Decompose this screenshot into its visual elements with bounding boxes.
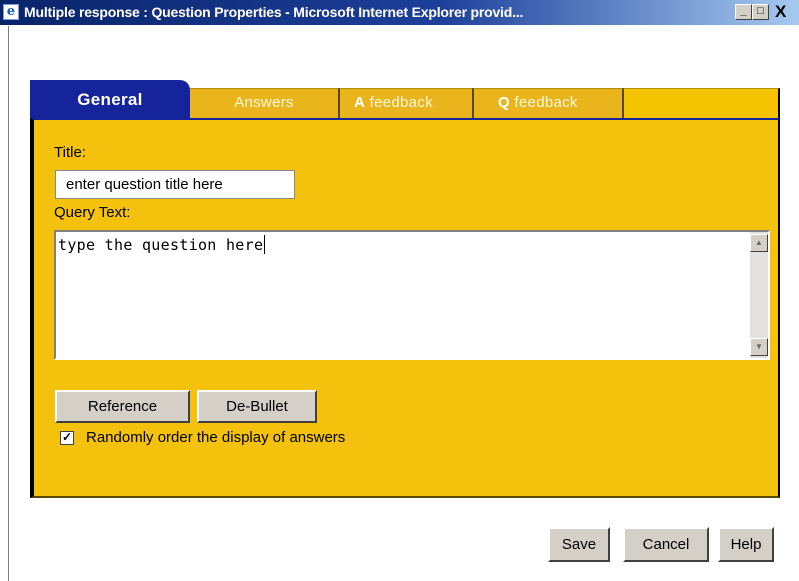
scroll-up-arrow-icon[interactable]: ▲ [750,234,768,252]
query-text-area[interactable]: type the question here ▲ ▼ [54,230,770,360]
tab-q-feedback-prefix: Q [498,94,510,111]
close-button[interactable]: X [772,3,799,20]
random-order-checkbox[interactable]: ✓ [60,431,74,445]
query-text-value: type the question here [58,235,266,254]
text-caret [264,235,266,254]
scroll-down-arrow-icon[interactable]: ▼ [750,338,768,356]
minimize-button[interactable]: _ [735,4,752,20]
tab-a-feedback-label: feedback [365,94,433,111]
query-text-content: type the question here [58,236,264,254]
ie-page-icon: e [3,4,19,20]
cancel-button[interactable]: Cancel [623,527,709,562]
save-button[interactable]: Save [548,527,610,562]
tab-strip-filler [624,88,780,118]
title-label: Title: [54,144,86,161]
query-scrollbar[interactable]: ▲ ▼ [750,232,768,358]
tab-a-feedback[interactable]: A feedback [338,88,472,118]
help-button[interactable]: Help [718,527,774,562]
tab-strip: General Answers A feedback Q feedback [30,80,780,120]
tab-q-feedback[interactable]: Q feedback [472,88,624,118]
window-title-bar[interactable]: e Multiple response : Question Propertie… [0,0,799,25]
window-title: Multiple response : Question Properties … [24,4,524,20]
general-panel: Title: enter question title here Query T… [30,118,780,498]
tab-q-feedback-label: feedback [509,94,578,111]
random-order-label[interactable]: Randomly order the display of answers [86,429,345,446]
debullet-button[interactable]: De-Bullet [197,390,317,423]
reference-button[interactable]: Reference [55,390,190,423]
window-border [8,26,9,581]
title-input[interactable]: enter question title here [55,170,295,199]
query-text-label: Query Text: [54,204,131,221]
tab-general[interactable]: General [30,80,190,120]
maximize-button[interactable]: □ [752,4,769,20]
tab-a-feedback-prefix: A [354,94,366,111]
tab-answers[interactable]: Answers [190,88,338,118]
